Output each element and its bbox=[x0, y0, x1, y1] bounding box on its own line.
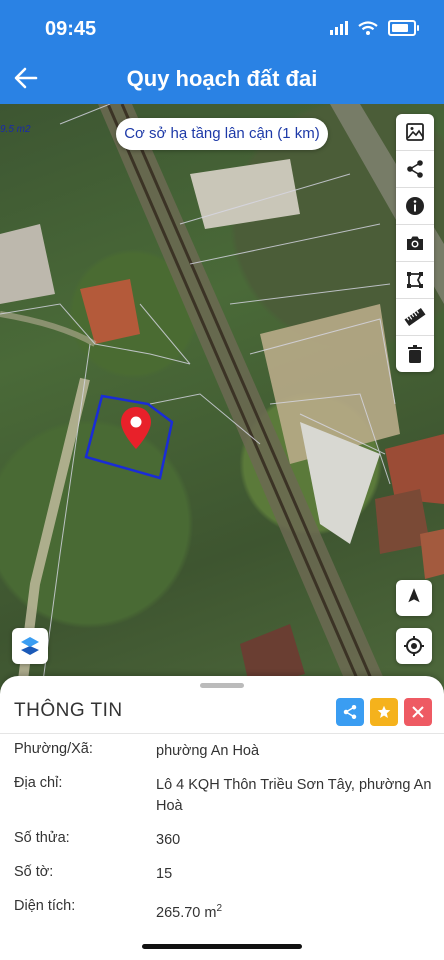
nearby-infrastructure-button[interactable]: Cơ sở hạ tầng lân cận (1 km) bbox=[116, 118, 328, 150]
row-label: Diện tích: bbox=[14, 898, 76, 914]
my-location-button[interactable] bbox=[396, 628, 432, 664]
area-value: 265.70 m bbox=[156, 904, 217, 921]
map-view[interactable]: 9.5 m2 Cơ sở hạ tầng lân cận (1 km) bbox=[0, 104, 444, 704]
status-icons bbox=[330, 20, 419, 36]
camera-tool-button[interactable] bbox=[396, 224, 434, 261]
home-indicator[interactable] bbox=[142, 944, 302, 949]
info-icon bbox=[406, 197, 424, 215]
wifi-icon bbox=[358, 21, 378, 35]
image-icon bbox=[406, 123, 424, 141]
polygon-select-icon bbox=[407, 272, 423, 288]
map-toolbar bbox=[396, 114, 434, 372]
page-title: Quy hoạch đất đai bbox=[126, 66, 318, 91]
trash-icon bbox=[408, 345, 422, 363]
row-value: phường An Hoà bbox=[156, 743, 260, 759]
row-label: Số thửa: bbox=[14, 830, 70, 846]
close-icon bbox=[412, 706, 424, 718]
area-unit-superscript: 2 bbox=[216, 903, 223, 914]
row-value: Lô 4 KQH Thôn Triều Sơn Tây, phường An H… bbox=[156, 777, 432, 814]
share-tool-button[interactable] bbox=[396, 150, 434, 187]
star-icon bbox=[377, 705, 391, 718]
map-pin-icon[interactable] bbox=[120, 406, 152, 450]
navigation-arrow-icon bbox=[408, 588, 420, 603]
image-tool-button[interactable] bbox=[396, 114, 434, 150]
close-button[interactable] bbox=[404, 698, 432, 726]
locate-icon bbox=[404, 636, 424, 656]
info-tool-button[interactable] bbox=[396, 187, 434, 224]
row-label: Số tờ: bbox=[14, 864, 54, 880]
cellular-signal-icon bbox=[330, 21, 348, 35]
sheet-drag-handle[interactable] bbox=[200, 683, 244, 688]
row-value: 15 bbox=[156, 866, 173, 882]
share-icon bbox=[343, 704, 357, 720]
delete-tool-button[interactable] bbox=[396, 335, 434, 372]
compass-button[interactable] bbox=[396, 580, 432, 616]
share-button[interactable] bbox=[336, 698, 364, 726]
divider bbox=[0, 733, 444, 734]
row-value: 265.70 m2 bbox=[156, 898, 434, 924]
polygon-select-tool-button[interactable] bbox=[396, 261, 434, 298]
battery-icon bbox=[388, 20, 419, 36]
app-header: 09:45 Quy hoạch đất đai bbox=[0, 0, 444, 104]
row-value: 360 bbox=[156, 832, 181, 848]
layers-icon bbox=[21, 637, 39, 655]
favorite-button[interactable] bbox=[370, 698, 398, 726]
map-imagery bbox=[0, 104, 444, 704]
row-label: Phường/Xã: bbox=[14, 741, 93, 757]
ruler-tool-button[interactable] bbox=[396, 298, 434, 335]
share-icon bbox=[407, 160, 423, 178]
info-panel: THÔNG TIN Phường/Xã: phường An Hoà Địa c… bbox=[0, 676, 444, 960]
status-time: 09:45 bbox=[45, 18, 97, 40]
info-panel-title: THÔNG TIN bbox=[14, 700, 123, 721]
area-label: 9.5 m2 bbox=[0, 124, 31, 135]
row-label: Địa chỉ: bbox=[14, 775, 63, 791]
ruler-icon bbox=[404, 307, 426, 327]
layers-button[interactable] bbox=[12, 628, 48, 664]
camera-icon bbox=[407, 236, 423, 250]
